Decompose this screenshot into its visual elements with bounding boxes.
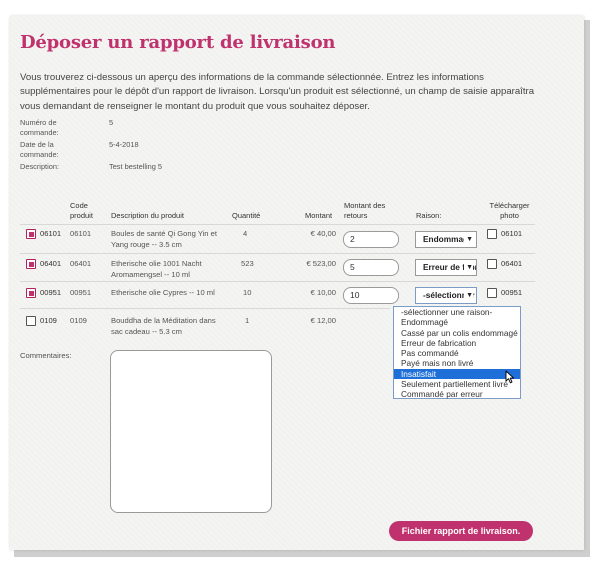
reason-select[interactable]: Endommagé ▼ — [415, 231, 477, 248]
dropdown-option[interactable]: Erreur de fabrication — [394, 338, 520, 348]
header-reason: Raison: — [416, 211, 442, 220]
page-title: Déposer un rapport de livraison — [20, 32, 336, 53]
header-code: Code produit — [70, 201, 93, 220]
header-return-amount: Montant des retours — [344, 201, 386, 220]
chevron-down-icon: ▼ — [464, 260, 473, 275]
row-code-label: 06101 — [40, 229, 62, 238]
row-code: 00951 — [70, 288, 92, 297]
row-select-checkbox[interactable] — [26, 288, 36, 298]
photo-checkbox[interactable] — [487, 288, 497, 298]
reason-select[interactable]: -sélectionner une raison- ▼ — [415, 287, 477, 304]
order-description-value: Test bestelling 5 — [109, 162, 162, 171]
order-description-label: Description: — [20, 162, 60, 171]
dropdown-option[interactable]: Seulement partiellement livré — [394, 379, 520, 389]
row-select-checkbox[interactable] — [26, 259, 36, 269]
submit-report-button[interactable]: Fichier rapport de livraison. — [389, 521, 533, 541]
dropdown-option[interactable]: Pas commandé — [394, 348, 520, 358]
row-description: Bouddha de la Méditation dans sac cadeau… — [111, 316, 216, 336]
order-number-value: 5 — [109, 118, 114, 127]
photo-checkbox[interactable] — [487, 259, 497, 269]
photo-code: 06401 — [501, 259, 523, 268]
row-separator — [20, 281, 535, 282]
comments-label: Commentaires: — [20, 351, 72, 360]
row-separator — [20, 253, 535, 254]
header-amount: Montant — [305, 211, 333, 220]
dropdown-option[interactable]: Cassé par un colis endommagé — [394, 328, 520, 338]
header-quantity: Quantité — [232, 211, 261, 220]
dropdown-option[interactable]: Endommagé — [394, 317, 520, 327]
row-code: 06401 — [70, 259, 92, 268]
photo-code: 00951 — [501, 288, 523, 297]
row-select-checkbox[interactable] — [26, 316, 36, 326]
header-download-photo: Télécharger photo — [489, 201, 530, 220]
photo-checkbox[interactable] — [487, 229, 497, 239]
return-amount-input[interactable]: 2 — [343, 231, 399, 248]
photo-code: 06101 — [501, 229, 523, 238]
dropdown-option[interactable]: -sélectionner une raison- — [394, 307, 520, 317]
row-separator — [20, 224, 535, 225]
row-description: Boules de santé Qi Gong Yin et Yang roug… — [111, 229, 217, 249]
dropdown-option[interactable]: Payé mais non livré — [394, 358, 520, 368]
order-number-label: Numéro de commande: — [20, 118, 59, 137]
return-amount-input[interactable]: 5 — [343, 259, 399, 276]
return-amount-input[interactable]: 10 — [343, 287, 399, 304]
comments-textarea[interactable] — [110, 350, 272, 513]
row-amount: € 40,00 — [310, 229, 336, 238]
order-date-label: Date de la commande: — [20, 140, 59, 159]
row-amount: € 12,00 — [310, 316, 336, 325]
chevron-down-icon: ▼ — [464, 232, 473, 247]
reason-select[interactable]: Erreur de fabrication ▼ — [415, 259, 477, 276]
row-code-label: 06401 — [40, 259, 62, 268]
chevron-down-icon: ▼ — [464, 288, 473, 303]
row-amount: € 10,00 — [310, 288, 336, 297]
header-description: Description du produit — [111, 211, 184, 220]
row-quantity: 4 — [243, 229, 248, 238]
row-quantity: 523 — [241, 259, 254, 268]
order-date-value: 5-4-2018 — [109, 140, 139, 149]
mouse-cursor-icon — [505, 370, 515, 384]
row-code: 06101 — [70, 229, 92, 238]
reason-dropdown-list[interactable]: -sélectionner une raison- Endommagé Cass… — [393, 306, 521, 399]
row-description: Etherische olie Cypres -- 10 ml — [111, 288, 215, 297]
dropdown-option-highlighted[interactable]: Insatisfait — [394, 368, 520, 380]
dropdown-option[interactable]: Commandé par erreur — [394, 389, 520, 399]
row-description: Etherische olie 1001 Nacht Aromamengsel … — [111, 259, 202, 279]
row-code-label: 00951 — [40, 288, 62, 297]
row-separator — [20, 308, 390, 309]
row-amount: € 523,00 — [306, 259, 336, 268]
row-code-label: 0109 — [40, 316, 57, 325]
row-quantity: 10 — [243, 288, 252, 297]
row-quantity: 1 — [245, 316, 250, 325]
row-select-checkbox[interactable] — [26, 229, 36, 239]
intro-text: Vous trouverez ci-dessous un aperçu des … — [20, 72, 535, 112]
row-code: 0109 — [70, 316, 87, 325]
